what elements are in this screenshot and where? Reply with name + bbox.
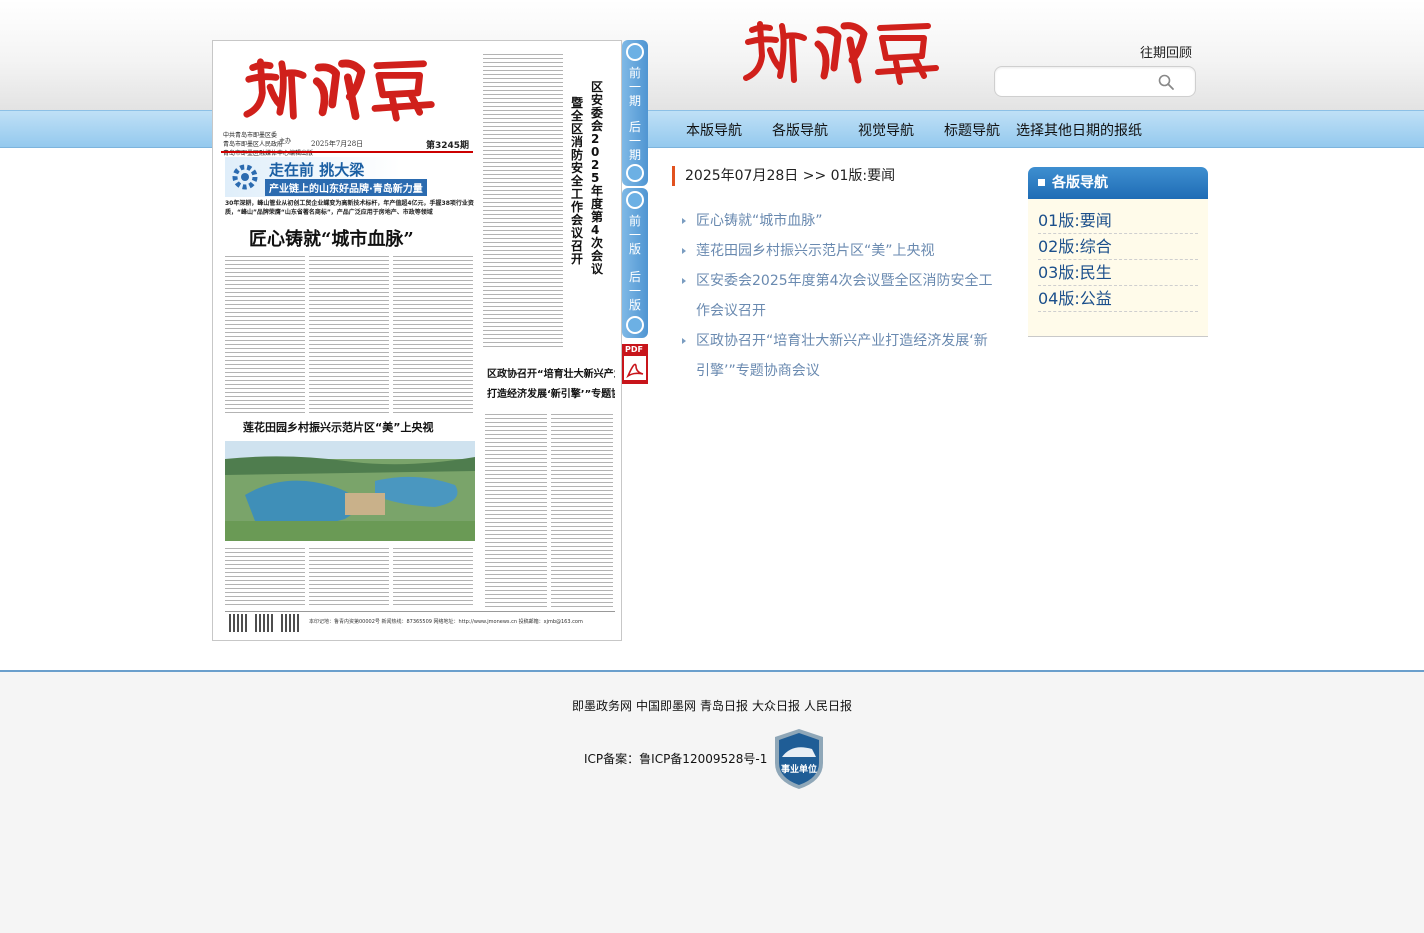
banner-title: 走在前 挑大梁 <box>269 161 365 179</box>
banner-subtitle: 产业链上的山东好品牌·青岛新力量 <box>265 179 427 196</box>
article-title: 匠心铸就“城市血脉” <box>696 213 823 229</box>
lead-paragraph: 30年深耕，峰山管业从初创工贸企业蝶变为高新技术标杆，年产值超4亿元，手握38项… <box>225 200 474 216</box>
page-rule <box>221 151 473 153</box>
page-issue: 第3245期 <box>426 141 470 151</box>
arrow-right-icon <box>682 278 686 284</box>
footer-link[interactable]: 人民日报 <box>804 699 852 713</box>
newspaper-page-image[interactable]: 中共青岛市即墨区委 青岛市即墨区人民政府 青岛市即墨区融媒体中心编辑出版 主办 … <box>212 40 622 641</box>
qr-code-icon <box>255 614 273 632</box>
text-column <box>309 545 389 607</box>
page-footer: 本印记地：鲁青内资第00002号 新闻热线：87365509 网络地址：http… <box>225 611 615 633</box>
search-input[interactable] <box>1003 73 1153 91</box>
breadcrumb: 2025年07月28日 >> 01版:要闻 <box>672 166 895 186</box>
section-nav: 01版:要闻 02版:综合 03版:民生 04版:公益 <box>1028 199 1208 337</box>
archive-link[interactable]: 往期回顾 <box>1140 42 1192 61</box>
text-column <box>483 51 563 347</box>
acrobat-icon <box>626 363 644 379</box>
text-column <box>551 411 613 607</box>
page-masthead-logo <box>243 58 435 122</box>
section-link-01[interactable]: 01版:要闻 <box>1038 209 1198 234</box>
page-date: 2025年7月28日 <box>311 140 364 148</box>
article-title: 区安委会2025年度第4次会议暨全区消防安全工作会议召开 <box>696 273 993 319</box>
arrow-right-icon <box>682 248 686 254</box>
nav-all-pages[interactable]: 各版导航 <box>772 120 828 140</box>
footer-link[interactable]: 青岛日报 <box>700 699 748 713</box>
page-nav-tab: 前一版 后一版 <box>622 188 648 338</box>
page-headline-2: 莲花田园乡村振兴示范片区“美”上央视 <box>243 421 434 434</box>
arrow-right-icon <box>682 338 686 344</box>
prev-issue-link[interactable]: 前一期 <box>622 66 648 108</box>
pdf-download-icon[interactable]: PDF <box>622 344 648 384</box>
section-link-02[interactable]: 02版:综合 <box>1038 235 1198 260</box>
footer-divider <box>0 670 1424 672</box>
article-link[interactable]: 区安委会2025年度第4次会议暨全区消防安全工作会议召开 <box>680 266 1000 326</box>
text-column <box>225 253 305 413</box>
next-issue-link[interactable]: 后一期 <box>622 120 648 162</box>
issue-nav-tab: 前一期 后一期 <box>622 40 648 186</box>
icp-record: ICP备案：鲁ICP备12009528号-1 <box>584 752 768 766</box>
headline-3-line1: 区政协召开“培育壮大新兴产业 <box>487 369 615 380</box>
vertical-headline-col2: 暨全区消防安全工作会议召开 <box>571 96 584 266</box>
search-icon[interactable] <box>1157 73 1175 91</box>
article-link[interactable]: 莲花田园乡村振兴示范片区“美”上央视 <box>680 236 1000 266</box>
footer-link[interactable]: 大众日报 <box>752 699 800 713</box>
article-link[interactable]: 区政协召开“培育壮大新兴产业打造经济发展‘新引擎’”专题协商会议 <box>680 326 1000 386</box>
badge-label: 事业单位 <box>781 763 817 775</box>
text-column <box>393 545 473 607</box>
article-title: 莲花田园乡村振兴示范片区“美”上央视 <box>696 243 935 259</box>
up-arrow-icon[interactable] <box>626 191 644 209</box>
section-nav-title: 各版导航 <box>1052 175 1108 191</box>
page-headline: 匠心铸就“城市血脉” <box>249 229 414 250</box>
nav-headlines[interactable]: 标题导航 <box>944 120 1000 140</box>
pdf-doc-graphic <box>624 356 646 380</box>
page-headline-3: 区政协召开“培育壮大新兴产业 打造经济发展‘新引擎’”专题协商会议 <box>487 365 615 405</box>
headline-3-line2: 打造经济发展‘新引擎’”专题协商会议 <box>487 389 615 400</box>
masthead-calligraphy <box>743 21 939 85</box>
section-nav-header: 各版导航 <box>1028 167 1208 199</box>
footer-link[interactable]: 中国即墨网 <box>636 699 696 713</box>
down-arrow-icon[interactable] <box>626 316 644 334</box>
text-column <box>485 411 547 607</box>
article-link[interactable]: 匠心铸就“城市血脉” <box>680 206 1000 236</box>
gear-icon <box>232 164 258 190</box>
footer-links: 即墨政务网 中国即墨网 青岛日报 大众日报 人民日报 <box>0 697 1424 714</box>
text-column <box>309 253 389 413</box>
pdf-label: PDF <box>625 345 643 354</box>
nav-other-dates[interactable]: 选择其他日期的报纸 <box>1016 120 1142 140</box>
up-arrow-icon[interactable] <box>626 43 644 61</box>
qr-code-icon <box>281 614 299 632</box>
next-page-link[interactable]: 后一版 <box>622 270 648 312</box>
publisher-host: 主办 <box>279 138 292 145</box>
page-footer-text: 本印记地：鲁青内资第00002号 新闻热线：87365509 网络地址：http… <box>309 619 583 625</box>
nav-visual[interactable]: 视觉导航 <box>858 120 914 140</box>
square-bullet-icon <box>1038 179 1045 186</box>
text-column <box>393 253 473 413</box>
arrow-right-icon <box>682 218 686 224</box>
article-title: 区政协召开“培育壮大新兴产业打造经济发展‘新引擎’”专题协商会议 <box>696 333 988 379</box>
public-institution-badge-icon[interactable]: 事业单位 <box>772 727 826 791</box>
prev-page-link[interactable]: 前一版 <box>622 214 648 256</box>
section-link-03[interactable]: 03版:民生 <box>1038 261 1198 286</box>
text-column <box>225 545 305 607</box>
nav-this-page[interactable]: 本版导航 <box>686 120 742 140</box>
aerial-photo <box>225 441 475 541</box>
page-banner: 走在前 挑大梁 产业链上的山东好品牌·青岛新力量 <box>225 157 475 197</box>
footer-link[interactable]: 即墨政务网 <box>572 699 632 713</box>
down-arrow-icon[interactable] <box>626 164 644 182</box>
qr-code-icon <box>229 614 247 632</box>
newspaper-page: 中共青岛市即墨区委 青岛市即墨区人民政府 青岛市即墨区融媒体中心编辑出版 主办 … <box>221 47 615 635</box>
search-box <box>994 66 1196 97</box>
vertical-headline-col1: 区安委会2025年度第4次会议 <box>591 80 604 276</box>
masthead-logo <box>740 16 946 88</box>
section-link-04[interactable]: 04版:公益 <box>1038 287 1198 312</box>
